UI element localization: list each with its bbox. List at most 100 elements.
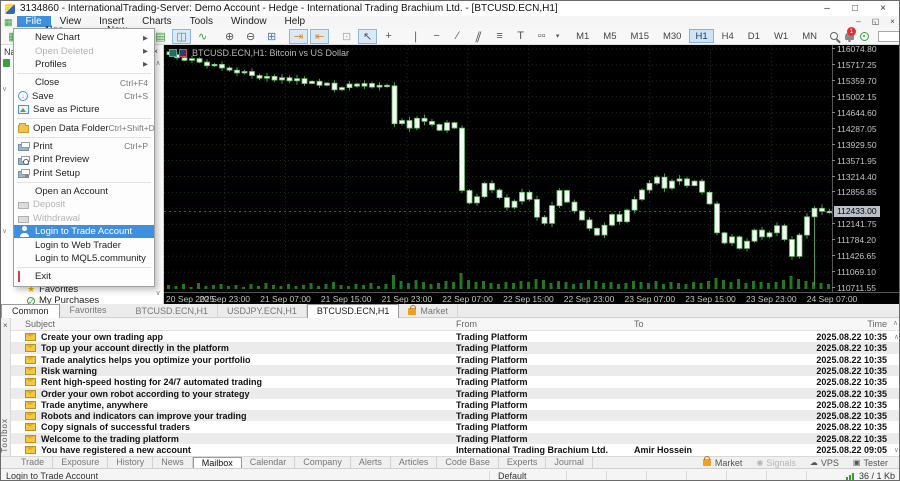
toolbar-search-input[interactable]	[878, 31, 900, 42]
channel-icon[interactable]: ∥	[467, 29, 491, 44]
file-menu-item-print-preview[interactable]: Print Preview	[14, 153, 154, 166]
mail-row[interactable]: Rent high-speed hosting for 24/7 automat…	[11, 376, 900, 387]
community-icon[interactable]	[855, 29, 874, 44]
file-menu-item-open-deleted[interactable]: Open Deleted▶	[14, 44, 154, 57]
file-menu-item-login-to-trade-account[interactable]: Login to Trade Account	[14, 225, 154, 238]
mail-row[interactable]: Risk warningTrading Platform2025.08.22 1…	[11, 365, 900, 376]
timeframe-m5-button[interactable]: M5	[597, 29, 622, 43]
timeframe-m15-button[interactable]: M15	[625, 29, 655, 43]
column-time[interactable]: Time	[867, 319, 887, 329]
auto-scroll-icon[interactable]: ⇥	[289, 29, 308, 44]
mail-row[interactable]: Top up your account directly in the plat…	[11, 342, 900, 353]
horizontal-line-icon[interactable]: −	[427, 29, 446, 44]
zoom-out-icon[interactable]: ⊖	[241, 29, 260, 44]
timeframe-w1-button[interactable]: W1	[768, 29, 794, 43]
mail-row[interactable]: Trade anytime, anywhereTrading Platform2…	[11, 399, 900, 410]
file-menu-item-save[interactable]: SaveCtrl+S	[14, 90, 154, 103]
zoom-in-icon[interactable]: ⊕	[220, 29, 239, 44]
file-menu-item-new-chart[interactable]: New Chart▶	[14, 31, 154, 44]
toolbox-tab-calendar[interactable]: Calendar	[242, 457, 296, 469]
mail-row[interactable]: Copy signals of successful tradersTradin…	[11, 421, 900, 432]
file-menu-item-open-data-folder[interactable]: Open Data FolderCtrl+Shift+D	[14, 121, 154, 134]
toolbox-tab-experts[interactable]: Experts	[499, 457, 547, 469]
toolbox-tab-history[interactable]: History	[108, 457, 153, 469]
chart-tab-1[interactable]: USDJPY.ECN,H1	[218, 304, 307, 318]
toolbox-tab-code-base[interactable]: Code Base	[437, 457, 499, 469]
mdi-restore-button[interactable]: ◱	[867, 16, 884, 28]
toolbox-close-icon[interactable]: ×	[3, 321, 8, 330]
toolbox-tab-mailbox[interactable]: Mailbox	[193, 457, 242, 469]
file-menu-item-login-to-mql5-community[interactable]: Login to MQL5.community	[14, 252, 154, 265]
text-icon[interactable]: T	[511, 29, 530, 44]
column-to[interactable]: To	[634, 319, 644, 329]
tree-collapse-icon[interactable]: ∨	[2, 85, 7, 93]
toolbox-tab-company[interactable]: Company	[295, 457, 351, 469]
candlestick-chart-icon[interactable]: ◫	[172, 29, 191, 44]
menu-charts[interactable]: Charts	[133, 16, 180, 27]
panel-tab-vps[interactable]: ☁VPS	[803, 458, 846, 468]
objects-icon[interactable]: ▫▫	[532, 29, 551, 44]
column-subject[interactable]: Subject	[25, 319, 55, 329]
mail-row[interactable]: You have registered a new accountInterna…	[11, 444, 900, 455]
chart-tab-0[interactable]: BTCUSD.ECN,H1	[127, 304, 219, 318]
fibonacci-icon[interactable]: ≡	[490, 29, 509, 44]
candlestick-chart[interactable]	[164, 45, 832, 292]
navigator-scroll-up-icon[interactable]: ∧	[154, 59, 162, 67]
navigator-scroll-down-icon[interactable]: ∨	[154, 289, 162, 297]
menu-tools[interactable]: Tools	[181, 16, 222, 27]
minimize-button[interactable]: –	[813, 1, 841, 16]
search-icon[interactable]	[825, 29, 844, 44]
file-menu-item-deposit[interactable]: Deposit	[14, 198, 154, 211]
mail-row[interactable]: Order your own robot according to your s…	[11, 388, 900, 399]
vertical-line-icon[interactable]: ∣	[406, 29, 425, 44]
crosshair-icon[interactable]: +	[379, 29, 398, 44]
tree-collapse-icon[interactable]: ∨	[2, 227, 7, 235]
timeframe-h4-button[interactable]: H4	[716, 29, 740, 43]
notifications-icon[interactable]: 1	[845, 29, 854, 44]
timeframe-m1-button[interactable]: M1	[570, 29, 595, 43]
mail-row[interactable]: Robots and indicators can improve your t…	[11, 410, 900, 421]
toolbox-tab-alerts[interactable]: Alerts	[351, 457, 391, 469]
toolbox-tab-exposure[interactable]: Exposure	[53, 457, 108, 469]
chart-window[interactable]: 116074.80115717.25115359.70115002.151146…	[164, 45, 900, 304]
panel-tab-market[interactable]: Market	[696, 458, 750, 468]
cursor-icon[interactable]: ↖	[358, 29, 377, 44]
new-window-icon[interactable]: ⊡	[337, 29, 356, 44]
objects-dropdown-icon[interactable]: ▾	[553, 29, 562, 44]
file-menu-item-withdrawal[interactable]: Withdrawal	[14, 212, 154, 225]
file-menu-item-close[interactable]: CloseCtrl+F4	[14, 76, 154, 89]
toolbox-tab-trade[interactable]: Trade	[13, 457, 53, 469]
close-button[interactable]: ×	[869, 1, 897, 16]
toolbox-tab-journal[interactable]: Journal	[546, 457, 593, 469]
tile-windows-icon[interactable]: ⊞	[262, 29, 281, 44]
toolbox-tab-news[interactable]: News	[153, 457, 193, 469]
timeframe-h1-button[interactable]: H1	[689, 29, 713, 43]
chart-tab-2[interactable]: BTCUSD.ECN,H1	[307, 304, 400, 318]
mail-row[interactable]: Welcome to the trading platformTrading P…	[11, 433, 900, 444]
status-profile[interactable]: Default	[498, 471, 527, 481]
line-chart-icon[interactable]: ∿	[193, 29, 212, 44]
file-menu-item-open-an-account[interactable]: Open an Account	[14, 185, 154, 198]
chart-shift-icon[interactable]: ⇤	[310, 29, 329, 44]
toolbox-tab-articles[interactable]: Articles	[391, 457, 438, 469]
file-menu-item-save-as-picture[interactable]: Save as Picture	[14, 103, 154, 116]
menu-help[interactable]: Help	[276, 16, 315, 27]
mdi-close-button[interactable]: ×	[884, 16, 900, 28]
timeframe-m30-button[interactable]: M30	[657, 29, 687, 43]
file-menu-item-print[interactable]: PrintCtrl+P	[14, 140, 154, 153]
panel-tab-signals[interactable]: ◉Signals	[749, 458, 803, 468]
trendline-icon[interactable]: ∕	[448, 29, 467, 44]
mail-row[interactable]: Create your own trading appTrading Platf…	[11, 331, 900, 342]
menu-window[interactable]: Window	[222, 16, 276, 27]
maximize-button[interactable]: □	[841, 1, 869, 16]
mail-row[interactable]: Trade analytics helps you optimize your …	[11, 354, 900, 365]
timeframe-mn-button[interactable]: MN	[796, 29, 823, 43]
file-menu-item-login-to-web-trader[interactable]: Login to Web Trader	[14, 238, 154, 251]
navigator-tab-favorites[interactable]: Favorites	[60, 304, 117, 318]
panel-tab-tester[interactable]: ▣Tester	[846, 458, 895, 468]
column-from[interactable]: From	[456, 319, 477, 329]
file-menu-item-print-setup[interactable]: Print Setup	[14, 167, 154, 180]
file-menu-item-exit[interactable]: Exit	[14, 270, 154, 283]
navigator-tab-common[interactable]: Common	[1, 304, 60, 318]
chart-tab-market[interactable]: Market	[399, 304, 458, 318]
